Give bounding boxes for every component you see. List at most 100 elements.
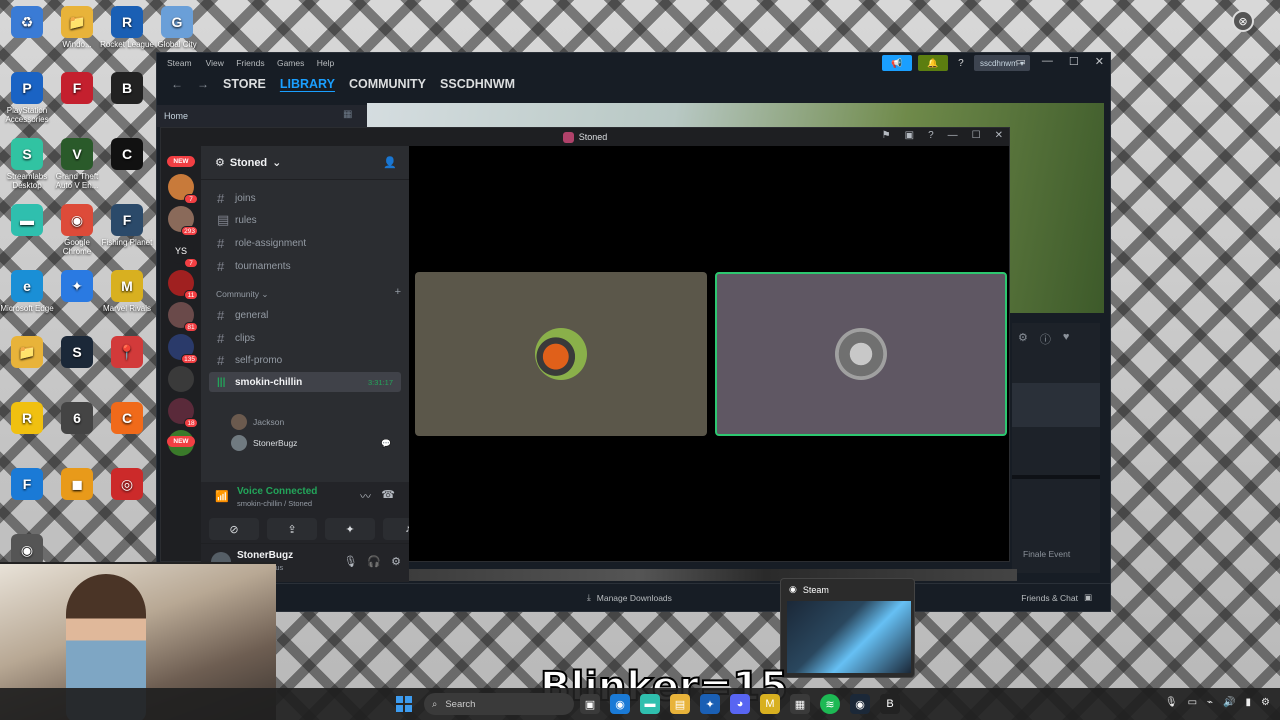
desktop-icon[interactable]: M Marvel Rivals [100, 270, 154, 313]
close-icon[interactable]: ✕ [1095, 55, 1104, 68]
voice-user-stonerbugz[interactable]: StonerBugz 💬 [231, 435, 391, 451]
desktop-icon[interactable]: ✦ [50, 270, 104, 304]
taskbar-search[interactable]: ⌕ Search [424, 693, 574, 715]
display-icon[interactable]: ▭ [1188, 697, 1197, 708]
channel-rules[interactable]: ▤ rules [209, 210, 401, 230]
server-icon[interactable]: YS 7 [168, 238, 198, 268]
steam-menu-friends[interactable]: Friends [236, 58, 264, 68]
app-icon[interactable]: ▣ [580, 694, 600, 714]
camera-off-button[interactable]: ⊘ [209, 518, 259, 540]
maximize-icon[interactable]: ☐ [972, 130, 981, 141]
grid-view-icon[interactable]: ▦ [343, 109, 352, 120]
finale-event-label[interactable]: Finale Event [1023, 549, 1070, 559]
desktop-icon[interactable]: ◎ [100, 468, 154, 502]
new-badge-bottom[interactable]: NEW [167, 436, 195, 447]
server-icon[interactable]: 7 [168, 174, 198, 204]
desktop-icon[interactable]: 📁 Windo... [50, 6, 104, 49]
category-community[interactable]: Community ⌄ [216, 289, 268, 300]
minimize-icon[interactable]: — [948, 130, 958, 141]
microphone-icon[interactable]: 🎙 [1165, 697, 1178, 708]
manage-downloads-button[interactable]: ⤓ Manage Downloads [587, 592, 672, 603]
desktop-icon[interactable]: V Grand Theft Auto V En... [50, 138, 104, 190]
desktop-icon[interactable]: C [100, 402, 154, 436]
microphone-icon[interactable]: 🎙 [343, 555, 357, 568]
new-badge-top[interactable]: NEW [167, 156, 195, 167]
library-home[interactable]: Home [157, 105, 367, 127]
notifications-button[interactable]: 🔔 [917, 55, 948, 71]
desktop-icon[interactable]: 6 [50, 402, 104, 436]
desktop-icon[interactable]: ◼ [50, 468, 104, 502]
announcements-button[interactable]: 📢 [881, 55, 912, 71]
participant-tile-jackson[interactable] [415, 272, 707, 436]
app-icon[interactable]: B [880, 694, 900, 714]
server-icon[interactable] [168, 366, 194, 392]
desktop-icon[interactable]: e Microsoft Edge [0, 270, 54, 313]
maximize-icon[interactable]: ☐ [1069, 55, 1079, 68]
nav-user[interactable]: SSCDHNWM [440, 77, 515, 91]
minimize-icon[interactable]: — [1042, 55, 1053, 68]
steam-menu-help[interactable]: Help [317, 58, 334, 68]
forward-arrow-icon[interactable]: → [197, 77, 209, 91]
desktop-icon[interactable]: S [50, 336, 104, 370]
channel-role-assignment[interactable]: # role-assignment [209, 233, 401, 253]
desktop-icon[interactable]: ▬ [0, 204, 54, 238]
desktop-icon[interactable]: R [0, 402, 54, 436]
app-icon[interactable]: ▬ [640, 694, 660, 714]
steam-menu-games[interactable]: Games [277, 58, 304, 68]
screen-share-icon[interactable]: ▣ [905, 130, 914, 141]
notifications-icon[interactable]: ⚙ [1261, 697, 1270, 708]
settings-gear-icon[interactable]: ⚙ [391, 555, 401, 568]
server-icon[interactable]: 81 [168, 302, 198, 332]
volume-icon[interactable]: 🔊 [1223, 697, 1235, 708]
participant-tile-stonerbugz[interactable] [715, 272, 1007, 436]
noise-suppression-icon[interactable]: 〰 [360, 488, 371, 504]
user-name[interactable]: StonerBugz [237, 550, 293, 561]
app-icon[interactable]: M [760, 694, 780, 714]
network-icon[interactable]: ⌁ [1207, 697, 1213, 708]
share-screen-button[interactable]: ⇪ [267, 518, 317, 540]
help-icon[interactable]: ? [928, 130, 934, 141]
server-icon[interactable]: 293 [168, 206, 198, 236]
add-channel-icon[interactable]: + [395, 286, 401, 298]
activities-button[interactable]: ✦ [325, 518, 375, 540]
help-button[interactable]: ? [954, 55, 968, 71]
voice-connected-status[interactable]: Voice Connected [237, 486, 317, 497]
desktop-icon[interactable]: C [100, 138, 154, 172]
voice-channel-smokin-chillin[interactable]: ||| smokin-chillin 3:31:17 [209, 372, 401, 392]
info-icon[interactable]: ⓘ [1040, 331, 1051, 347]
desktop-icon[interactable]: F [50, 72, 104, 106]
nav-community[interactable]: COMMUNITY [349, 77, 426, 91]
desktop-icon[interactable]: F [0, 468, 54, 502]
nav-store[interactable]: STORE [223, 77, 266, 91]
server-header[interactable]: ⚙ Stoned ⌄ 👤 [201, 146, 409, 180]
big-picture-icon[interactable]: ▭ [1016, 55, 1026, 68]
channel-joins[interactable]: # joins [209, 188, 401, 208]
channel-general[interactable]: # general [209, 305, 401, 325]
app-icon[interactable]: ✦ [700, 694, 720, 714]
desktop-icon[interactable]: 📍 [100, 336, 154, 370]
steam-icon[interactable]: ◉ [850, 694, 870, 714]
app-icon[interactable]: ◉ [610, 694, 630, 714]
desktop-icon[interactable]: F Fishing Planet [100, 204, 154, 247]
desktop-icon[interactable]: G Global City [150, 6, 204, 49]
desktop-icon[interactable]: P PlayStation Accessories [0, 72, 54, 124]
disconnect-icon[interactable]: ☎ [381, 488, 395, 501]
steam-taskbar-preview[interactable]: ◉ Steam [780, 578, 915, 678]
invite-people-icon[interactable]: 👤 [383, 156, 397, 169]
settings-gear-icon[interactable]: ⚙ [1018, 331, 1028, 347]
nav-library[interactable]: LIBRARY [280, 77, 335, 91]
inbox-flag-icon[interactable]: ⚑ [882, 130, 891, 141]
discord-icon[interactable]: ◕ [730, 694, 750, 714]
steam-menu-view[interactable]: View [206, 58, 224, 68]
back-arrow-icon[interactable]: ← [171, 77, 183, 91]
desktop-icon[interactable]: S Streamlabs Desktop [0, 138, 54, 190]
headphones-icon[interactable]: 🎧 [367, 555, 381, 568]
spotify-icon[interactable]: ≋ [820, 694, 840, 714]
start-button[interactable] [396, 696, 412, 712]
server-icon[interactable]: 135 [168, 334, 198, 364]
voice-user-jackson[interactable]: Jackson [231, 414, 284, 430]
desktop-icon[interactable]: ♻ [0, 6, 54, 40]
app-icon[interactable]: ▦ [790, 694, 810, 714]
channel-self-promo[interactable]: # self-promo [209, 350, 401, 370]
signal-icon[interactable]: 📶 [215, 490, 229, 503]
